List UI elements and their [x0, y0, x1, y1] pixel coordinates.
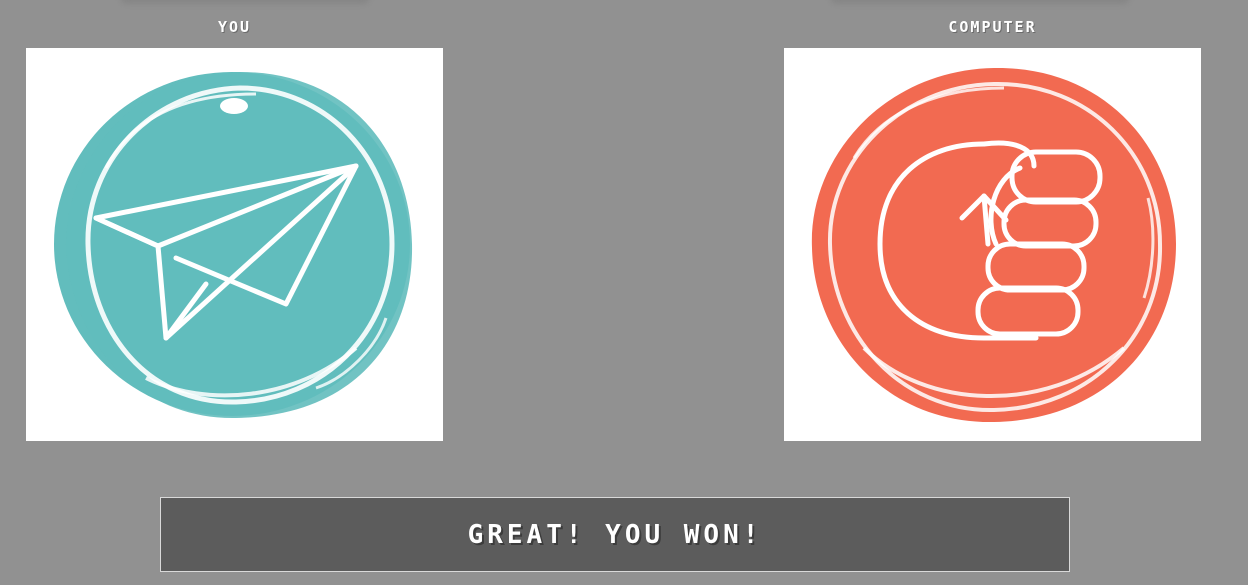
- top-decoration-right: [830, 0, 1130, 4]
- computer-choice-card: [784, 48, 1201, 441]
- computer-label: COMPUTER: [948, 18, 1037, 36]
- player-choice-card: [26, 48, 443, 441]
- result-banner: GREAT! YOU WON!: [160, 497, 1070, 572]
- player-label: YOU: [217, 18, 252, 36]
- paper-plane-icon: [54, 71, 413, 419]
- top-decoration-left: [120, 0, 370, 4]
- result-message: GREAT! YOU WON!: [467, 519, 763, 550]
- fist-icon: [811, 67, 1176, 423]
